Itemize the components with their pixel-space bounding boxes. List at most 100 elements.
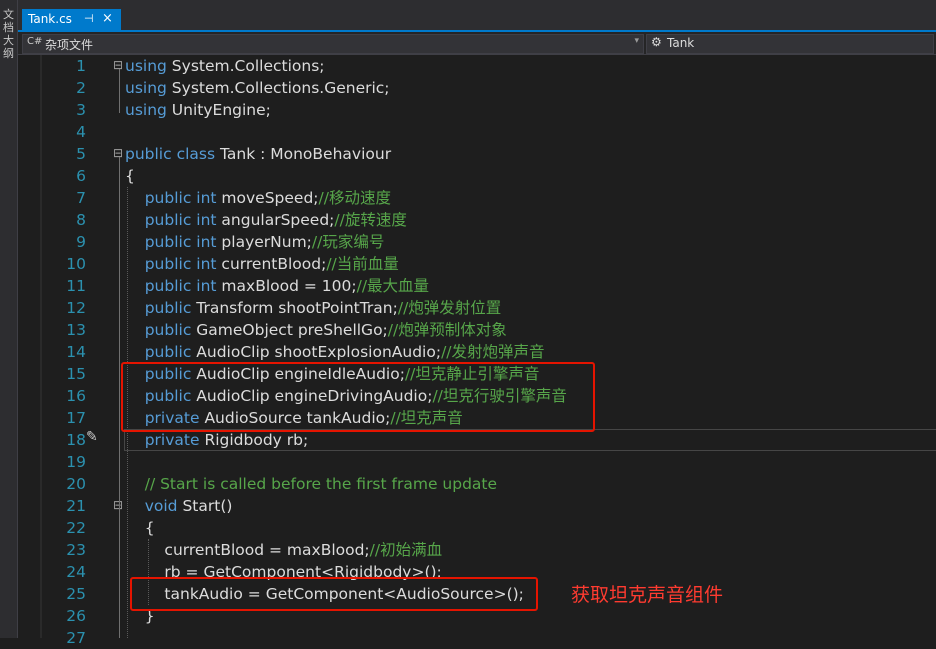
keyword-token: public int <box>144 233 217 251</box>
line-number: 7 <box>76 189 86 207</box>
annotation-text: 获取坦克声音组件 <box>571 584 724 606</box>
code-text: void Start() <box>125 495 233 517</box>
line-number: 24 <box>66 563 86 581</box>
comment-token: //炮弹预制体对象 <box>387 321 507 339</box>
code-line: 2 using System.Collections.Generic; <box>18 77 936 99</box>
line-number: 27 <box>66 629 86 647</box>
code-text: // Start is called before the first fram… <box>125 473 497 495</box>
keyword-token: using <box>125 101 167 119</box>
comment-token: // Start is called before the first fram… <box>144 475 498 493</box>
keyword-token: public class <box>125 145 216 163</box>
comment-token: //炮弹发射位置 <box>397 299 502 317</box>
comment-token: //发射炮弹声音 <box>441 343 545 361</box>
code-token: angularSpeed; <box>216 211 335 229</box>
line-number: 1 <box>76 57 86 75</box>
code-text: { <box>125 517 155 539</box>
line-number: 17 <box>66 409 86 427</box>
line-number: 4 <box>76 123 86 141</box>
comment-token: //旋转速度 <box>334 211 407 229</box>
code-token: Transform shootPointTran; <box>191 299 398 317</box>
code-token: System.Collections; <box>166 57 325 75</box>
outline-bar <box>119 69 120 113</box>
tab-label: Tank.cs <box>28 12 72 26</box>
document-outline-label[interactable]: 文档大纲 <box>1 8 16 60</box>
code-line: 20 // Start is called before the first f… <box>18 473 936 495</box>
code-line: 8 public int angularSpeed;//旋转速度 <box>18 209 936 231</box>
type-dropdown-label: Tank <box>667 36 695 50</box>
code-line: 21 void Start() <box>18 495 936 517</box>
line-number: 10 <box>66 255 86 273</box>
line-number: 8 <box>76 211 86 229</box>
keyword-token: public <box>144 343 192 361</box>
code-token: Tank : MonoBehaviour <box>215 145 392 163</box>
line-number: 21 <box>66 497 86 515</box>
code-text: using UnityEngine; <box>125 99 271 121</box>
code-line: 19 <box>18 451 936 473</box>
line-number: 9 <box>76 233 86 251</box>
line-number: 25 <box>66 585 86 603</box>
keyword-token: public int <box>144 255 217 273</box>
code-line: 5 public class Tank : MonoBehaviour <box>18 143 936 165</box>
comment-token: //移动速度 <box>318 189 391 207</box>
keyword-token: using <box>125 57 167 75</box>
code-text: public GameObject preShellGo;//炮弹预制体对象 <box>125 319 507 341</box>
current-line-highlight <box>124 429 936 451</box>
code-token: maxBlood = 100; <box>216 277 357 295</box>
code-token: playerNum; <box>216 233 312 251</box>
code-line: 23 currentBlood = maxBlood;//初始满血 <box>18 539 936 561</box>
code-token: AudioClip shootExplosionAudio; <box>191 343 442 361</box>
code-line: 9 public int playerNum;//玩家编号 <box>18 231 936 253</box>
code-text: public class Tank : MonoBehaviour <box>125 143 391 165</box>
line-number: 18 <box>66 431 86 449</box>
code-token: GameObject preShellGo; <box>191 321 388 339</box>
project-dropdown[interactable]: C# 杂项文件 ▾ <box>22 34 644 54</box>
editor-window: Tank.cs ⊣ × C# 杂项文件 ▾ ⚙ Tank 1 using Syst… <box>18 0 936 647</box>
keyword-token: public int <box>144 277 217 295</box>
comment-token: //当前血量 <box>326 255 399 273</box>
code-line: 7 public int moveSpeed;//移动速度 <box>18 187 936 209</box>
comment-token: //最大血量 <box>356 277 430 295</box>
keyword-token: using <box>125 79 167 97</box>
code-token: UnityEngine; <box>166 101 271 119</box>
type-dropdown[interactable]: ⚙ Tank <box>646 34 934 54</box>
code-text: using System.Collections.Generic; <box>125 77 390 99</box>
code-text: { <box>125 165 135 187</box>
line-number: 20 <box>66 475 86 493</box>
line-number: 2 <box>76 79 86 97</box>
code-line: 22 { <box>18 517 936 539</box>
document-outline-strip[interactable]: 文档大纲 <box>0 0 18 638</box>
line-number: 22 <box>66 519 86 537</box>
code-line: 1 using System.Collections; <box>18 55 936 77</box>
outline-bar <box>119 157 120 638</box>
line-number: 19 <box>66 453 86 471</box>
paintbrush-icon[interactable]: ✎ <box>86 429 98 445</box>
code-token: System.Collections.Generic; <box>166 79 390 97</box>
code-token: currentBlood; <box>216 255 327 273</box>
code-line: 11 public int maxBlood = 100;//最大血量 <box>18 275 936 297</box>
code-line: 6{ <box>18 165 936 187</box>
line-number: 11 <box>66 277 86 295</box>
code-line: 14 public AudioClip shootExplosionAudio;… <box>18 341 936 363</box>
keyword-token: public int <box>144 189 217 207</box>
line-number: 12 <box>66 299 86 317</box>
line-number: 15 <box>66 365 86 383</box>
code-text: currentBlood = maxBlood;//初始满血 <box>125 539 442 561</box>
comment-token: //初始满血 <box>369 541 443 559</box>
code-text: using System.Collections; <box>125 55 325 77</box>
code-text: public int angularSpeed;//旋转速度 <box>125 209 407 231</box>
code-editor[interactable]: 1 using System.Collections; 2 using System.… <box>18 55 936 647</box>
code-line: 27 <box>18 627 936 649</box>
line-number: 14 <box>66 343 86 361</box>
highlight-box-fields <box>121 362 595 432</box>
close-icon[interactable]: × <box>102 11 113 26</box>
pin-icon[interactable]: ⊣ <box>84 12 94 25</box>
code-line: 13 public GameObject preShellGo;//炮弹预制体对… <box>18 319 936 341</box>
code-text: public Transform shootPointTran;//炮弹发射位置 <box>125 297 502 319</box>
tab-tank-cs[interactable]: Tank.cs ⊣ × <box>22 9 121 30</box>
line-number: 6 <box>76 167 86 185</box>
line-number: 23 <box>66 541 86 559</box>
code-token: { <box>125 167 135 185</box>
keyword-token: public int <box>144 211 217 229</box>
code-token: Start() <box>177 497 233 515</box>
project-dropdown-label: 杂项文件 <box>45 38 94 52</box>
